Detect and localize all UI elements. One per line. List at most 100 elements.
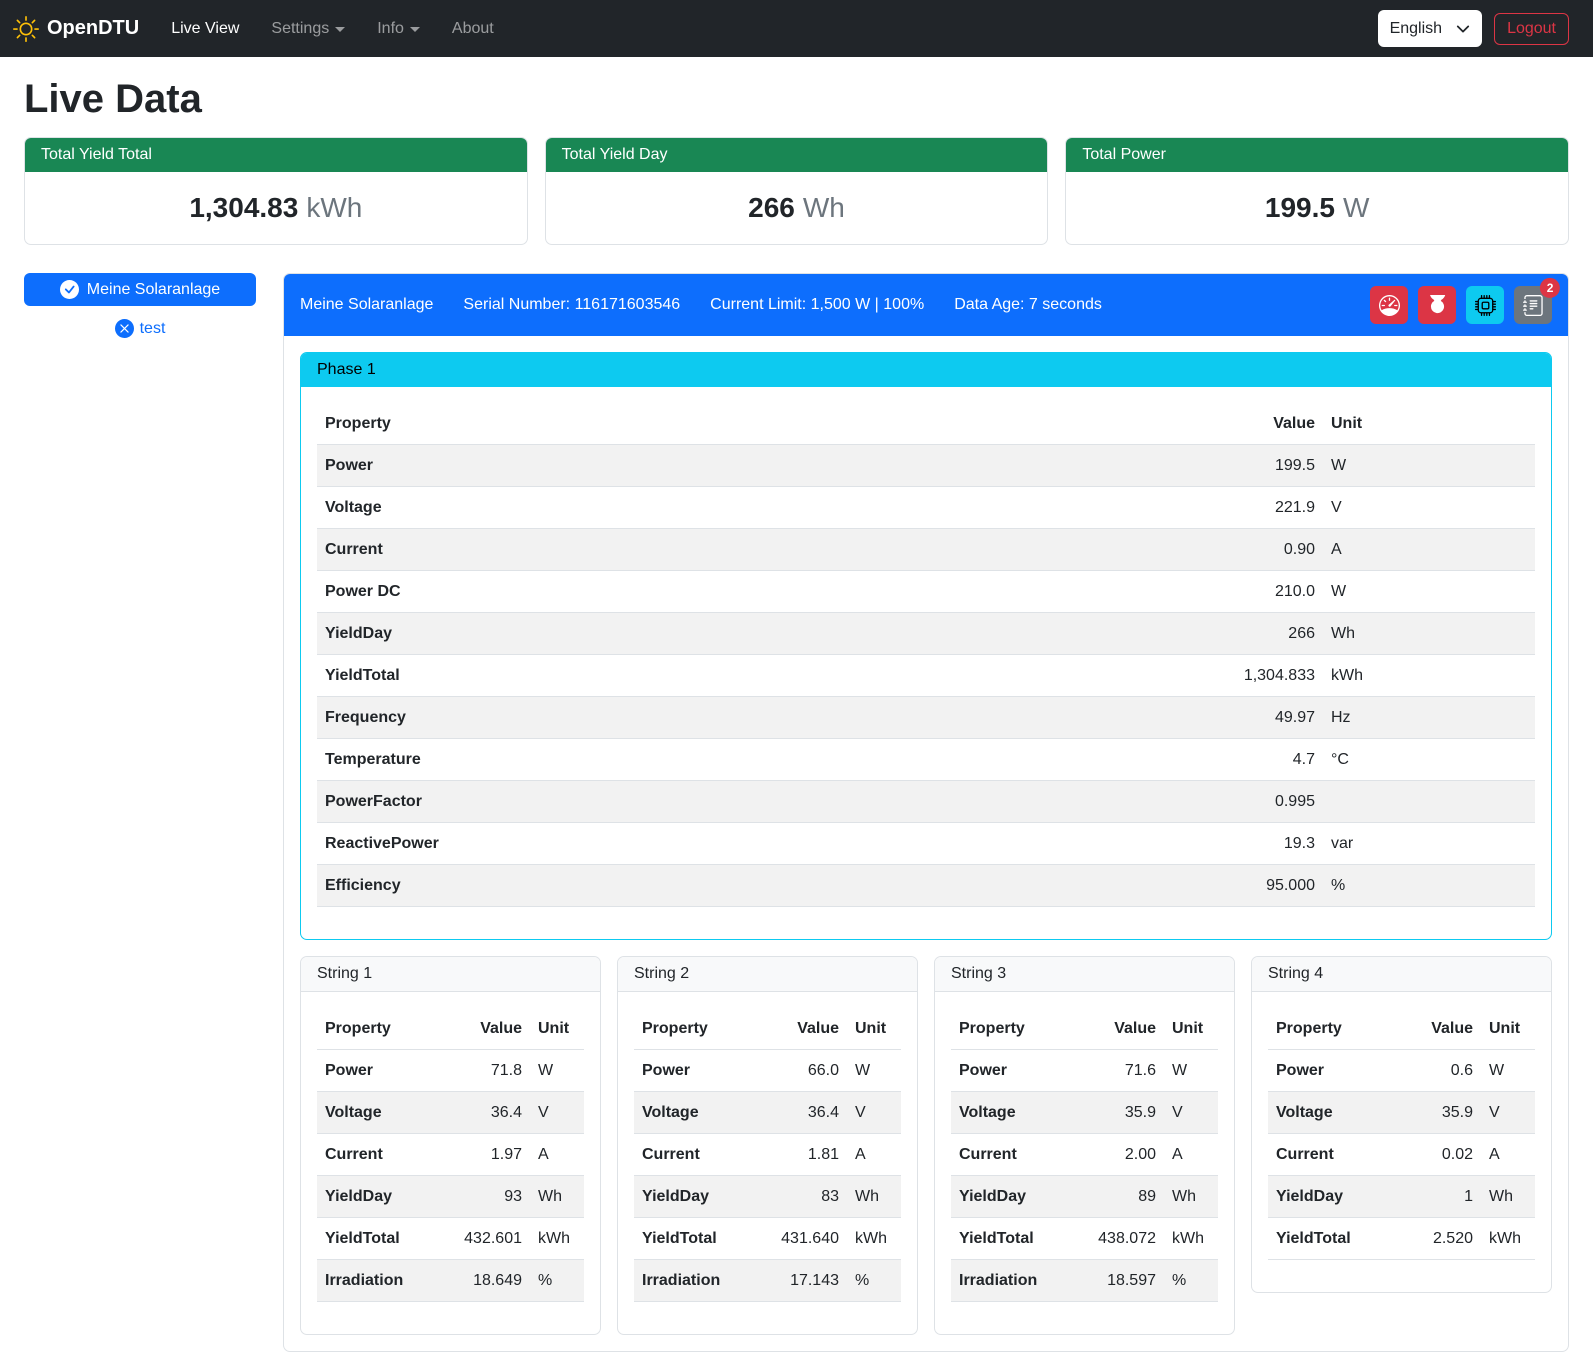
string-table: Property Value Unit Power71.6WVoltage35.… xyxy=(951,1008,1218,1302)
string-card-title: String 3 xyxy=(935,957,1234,992)
table-row: YieldDay93Wh xyxy=(317,1176,584,1218)
main-nav: Live View Settings Info About xyxy=(159,12,514,46)
unit-cell: Wh xyxy=(530,1176,584,1218)
table-row: Voltage35.9V xyxy=(1268,1092,1535,1134)
value-cell: 18.597 xyxy=(1070,1260,1164,1302)
table-row: Current0.02A xyxy=(1268,1134,1535,1176)
table-header-row: Property Value Unit xyxy=(634,1008,901,1050)
value-cell: 0.995 xyxy=(919,781,1323,823)
device-info-button[interactable] xyxy=(1466,286,1504,324)
power-settings-button[interactable] xyxy=(1418,286,1456,324)
table-row: Voltage35.9V xyxy=(951,1092,1218,1134)
unit-cell: A xyxy=(1481,1134,1535,1176)
value-cell: 18.649 xyxy=(436,1260,530,1302)
column-property: Property xyxy=(1268,1008,1398,1050)
inverter-select-button[interactable]: Meine Solaranlage xyxy=(24,273,256,306)
value-cell: 1,304.833 xyxy=(919,655,1323,697)
unit-cell: Wh xyxy=(1164,1176,1218,1218)
nav-info[interactable]: Info xyxy=(365,12,432,46)
column-unit: Unit xyxy=(1323,403,1535,445)
string-table: Property Value Unit Power0.6WVoltage35.9… xyxy=(1268,1008,1535,1260)
chevron-down-icon xyxy=(1456,22,1470,36)
property-cell: Voltage xyxy=(317,1092,436,1134)
power-icon xyxy=(1427,295,1448,316)
value-cell: 19.3 xyxy=(919,823,1323,865)
table-row: Voltage221.9V xyxy=(317,487,1535,529)
table-row: YieldTotal438.072kWh xyxy=(951,1218,1218,1260)
property-cell: Temperature xyxy=(317,739,919,781)
language-select[interactable]: English xyxy=(1378,10,1482,47)
table-row: Efficiency95.000% xyxy=(317,865,1535,907)
value-cell: 35.9 xyxy=(1070,1092,1164,1134)
value-cell: 431.640 xyxy=(753,1218,847,1260)
unit-cell: var xyxy=(1323,823,1535,865)
value-cell: 0.90 xyxy=(919,529,1323,571)
nav-live-view[interactable]: Live View xyxy=(159,12,251,46)
chevron-down-icon xyxy=(335,27,345,32)
inverter-data-age: Data Age: 7 seconds xyxy=(954,296,1102,314)
event-log-button[interactable]: 2 xyxy=(1514,286,1552,324)
table-row: YieldDay89Wh xyxy=(951,1176,1218,1218)
value-cell: 83 xyxy=(753,1176,847,1218)
table-row: YieldDay83Wh xyxy=(634,1176,901,1218)
unit-cell: Hz xyxy=(1323,697,1535,739)
value-cell: 71.8 xyxy=(436,1050,530,1092)
table-row: Power71.8W xyxy=(317,1050,584,1092)
limit-settings-button[interactable] xyxy=(1370,286,1408,324)
property-cell: YieldDay xyxy=(317,613,919,655)
property-cell: YieldTotal xyxy=(317,1218,436,1260)
value-cell: 17.143 xyxy=(753,1260,847,1302)
summary-card-value: 266 xyxy=(748,192,795,223)
table-row: Irradiation18.597% xyxy=(951,1260,1218,1302)
nav-settings[interactable]: Settings xyxy=(259,12,357,46)
table-row: Power71.6W xyxy=(951,1050,1218,1092)
table-row: Power66.0W xyxy=(634,1050,901,1092)
property-cell: Power xyxy=(317,1050,436,1092)
property-cell: Voltage xyxy=(317,487,919,529)
property-cell: Current xyxy=(951,1134,1070,1176)
column-value: Value xyxy=(919,403,1323,445)
column-unit: Unit xyxy=(1164,1008,1218,1050)
table-row: Current0.90A xyxy=(317,529,1535,571)
summary-card-title: Total Yield Total xyxy=(25,138,527,172)
inverter-link-test[interactable]: test xyxy=(24,319,256,338)
value-cell: 438.072 xyxy=(1070,1218,1164,1260)
value-cell: 1.97 xyxy=(436,1134,530,1176)
unit-cell: W xyxy=(1323,571,1535,613)
value-cell: 210.0 xyxy=(919,571,1323,613)
unit-cell: Wh xyxy=(1481,1176,1535,1218)
value-cell: 95.000 xyxy=(919,865,1323,907)
inverter-name: Meine Solaranlage xyxy=(300,296,433,314)
string-card-title: String 4 xyxy=(1252,957,1551,992)
logout-button[interactable]: Logout xyxy=(1494,13,1569,45)
value-cell: 49.97 xyxy=(919,697,1323,739)
property-cell: Efficiency xyxy=(317,865,919,907)
strings-grid: String 1 Property Value Unit Power71.8WV… xyxy=(300,956,1552,1335)
table-header-row: Property Value Unit xyxy=(317,1008,584,1050)
value-cell: 36.4 xyxy=(436,1092,530,1134)
language-select-value: English xyxy=(1390,20,1442,38)
brand-label: OpenDTU xyxy=(47,17,139,40)
phase-table: Property Value Unit Power199.5WVoltage22… xyxy=(317,403,1535,907)
unit-cell: kWh xyxy=(1323,655,1535,697)
summary-card-value: 199.5 xyxy=(1265,192,1335,223)
page-container: Live Data Total Yield Total 1,304.83kWh … xyxy=(0,57,1593,1366)
navbar: OpenDTU Live View Settings Info About En… xyxy=(0,0,1593,57)
table-row: Power199.5W xyxy=(317,445,1535,487)
column-value: Value xyxy=(1398,1008,1481,1050)
property-cell: Voltage xyxy=(1268,1092,1398,1134)
table-row: ReactivePower19.3var xyxy=(317,823,1535,865)
unit-cell: % xyxy=(1323,865,1535,907)
event-count-badge: 2 xyxy=(1540,278,1560,298)
brand[interactable]: OpenDTU xyxy=(13,16,139,42)
unit-cell: V xyxy=(1481,1092,1535,1134)
property-cell: YieldDay xyxy=(317,1176,436,1218)
property-cell: YieldTotal xyxy=(317,655,919,697)
nav-about[interactable]: About xyxy=(440,12,506,46)
summary-card-title: Total Yield Day xyxy=(546,138,1048,172)
unit-cell: A xyxy=(530,1134,584,1176)
summary-card-value: 1,304.83 xyxy=(189,192,298,223)
unit-cell: % xyxy=(530,1260,584,1302)
property-cell: Power xyxy=(1268,1050,1398,1092)
property-cell: Current xyxy=(317,529,919,571)
